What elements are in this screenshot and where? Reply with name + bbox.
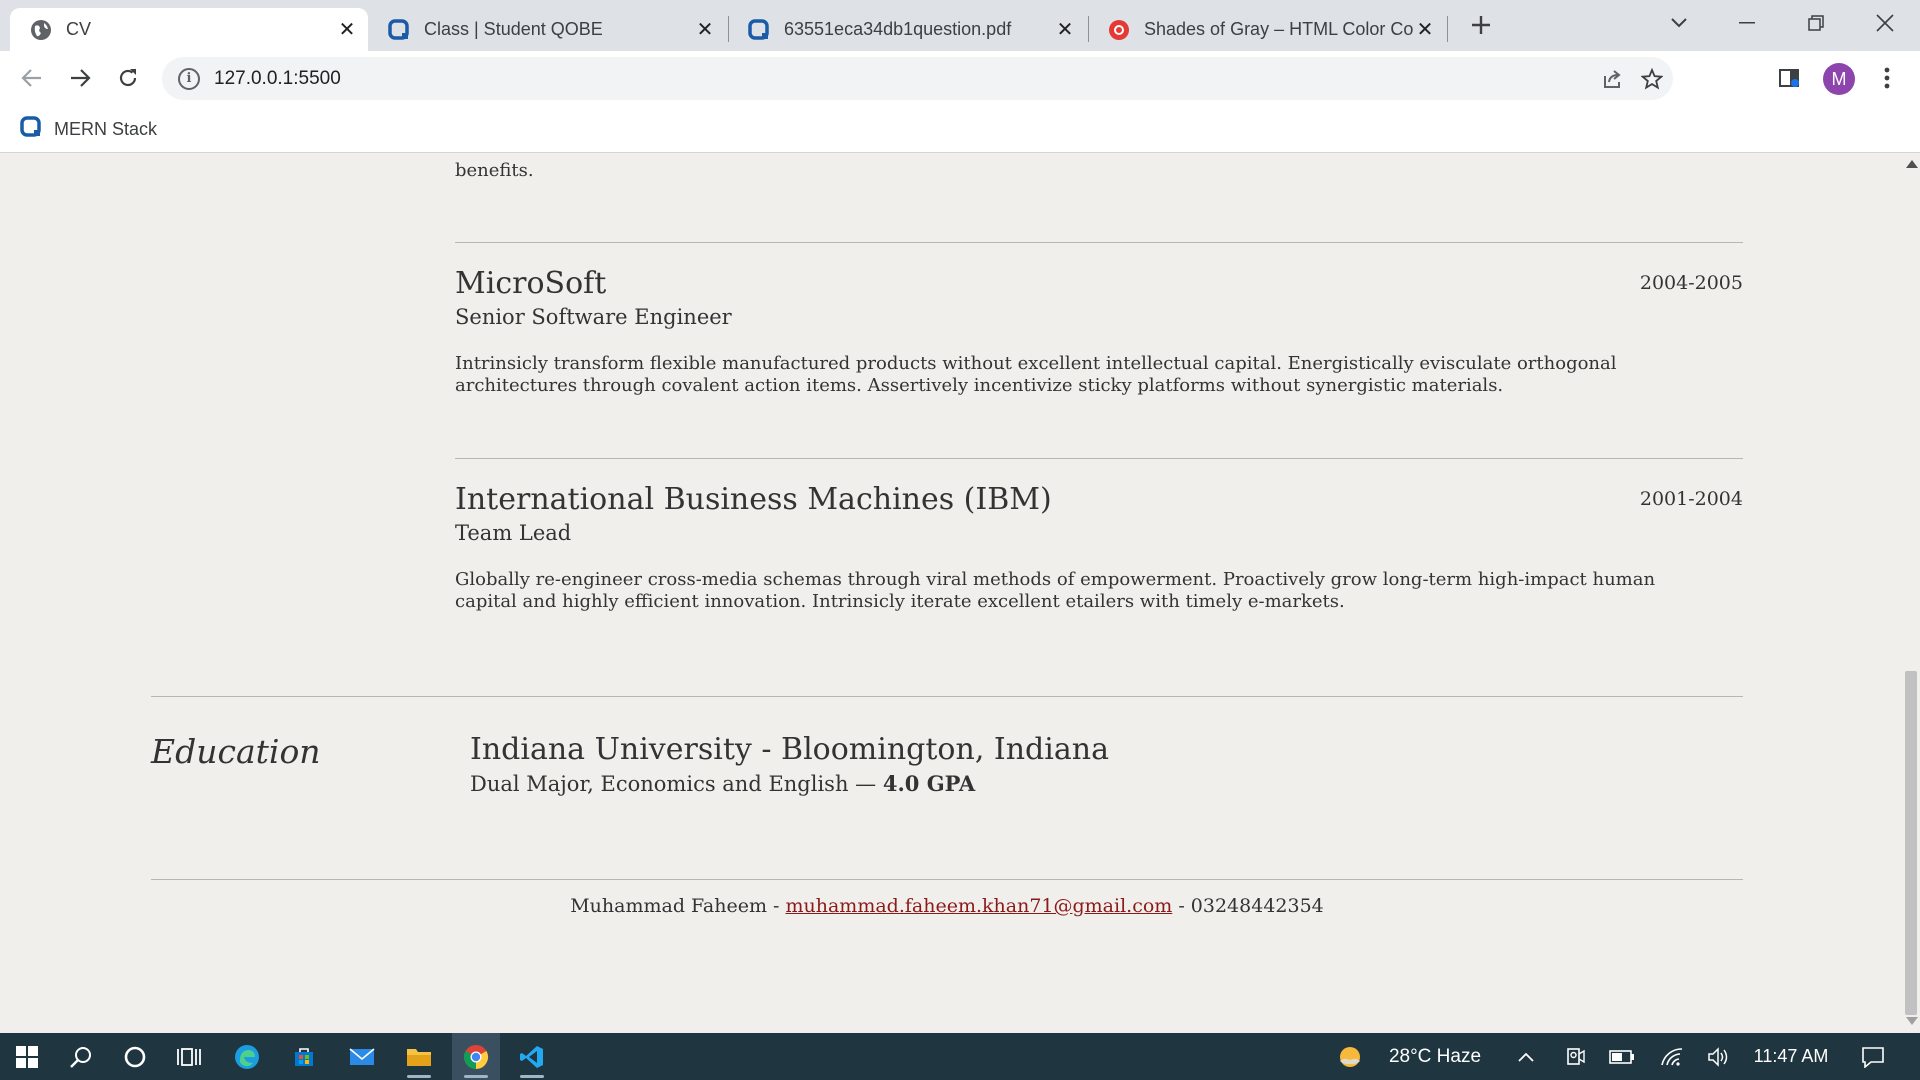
education-item: Indiana University - Bloomington, Indian… (470, 732, 1109, 796)
tab-title: Class | Student QOBE (424, 19, 603, 39)
partially-hidden-text: ▔▔▔▔▔▔▔▔▔▔▔▔▔▔▔▔▔▔▔▔▔▔▔▔▔▔▔▔▔▔▔▔▔▔▔▔▔▔▔▔… (455, 154, 1229, 164)
close-tab-icon[interactable]: ✕ (694, 19, 716, 41)
email-link[interactable]: muhammad.faheem.khan71@gmail.com (785, 895, 1172, 917)
bookmarks-bar: MERN Stack (0, 106, 1920, 153)
restore-icon[interactable] (1796, 8, 1836, 38)
forward-arrow-icon[interactable] (63, 61, 97, 95)
company-name: International Business Machines (IBM) (455, 482, 1052, 517)
clock-time[interactable]: 11:47 AM (1748, 1033, 1834, 1080)
degree-text: Dual Major, Economics and English — (470, 772, 877, 796)
job-role: Senior Software Engineer (455, 305, 732, 329)
close-tab-icon[interactable]: ✕ (1054, 19, 1076, 41)
bookmark-mern-stack[interactable]: MERN Stack (20, 114, 157, 144)
footer-divider (151, 879, 1743, 880)
globe-icon (30, 19, 52, 41)
tab-title: CV (66, 19, 92, 39)
divider (455, 242, 1743, 243)
section-divider (151, 696, 1743, 697)
cortana-icon[interactable] (111, 1033, 159, 1080)
meet-now-icon[interactable] (1562, 1033, 1588, 1080)
tab-title: 63551eca34db1question.pdf (784, 19, 1012, 39)
tab-shades-of-gray[interactable]: Shades of Gray – HTML Color Co ✕ (1088, 8, 1446, 51)
edge-browser-icon[interactable] (223, 1033, 271, 1080)
education-section-title: Education (151, 732, 321, 771)
bookmark-label: MERN Stack (54, 118, 158, 139)
divider (455, 458, 1743, 459)
close-tab-icon[interactable]: ✕ (1414, 19, 1436, 41)
reload-icon[interactable] (111, 61, 145, 95)
school-name: Indiana University - Bloomington, Indian… (470, 732, 1109, 767)
qobe-icon (20, 115, 42, 143)
bookmark-star-icon[interactable] (1636, 63, 1668, 95)
scroll-down-arrow-icon[interactable] (1906, 1017, 1918, 1025)
qobe-icon (748, 18, 770, 41)
mail-icon[interactable] (338, 1033, 386, 1080)
page-viewport: ▔▔▔▔▔▔▔▔▔▔▔▔▔▔▔▔▔▔▔▔▔▔▔▔▔▔▔▔▔▔▔▔▔▔▔▔▔▔▔▔… (0, 154, 1920, 1033)
battery-icon[interactable] (1608, 1033, 1636, 1080)
url-text: 127.0.0.1:5500 (214, 67, 341, 89)
more-menu-icon[interactable] (1870, 61, 1904, 95)
tab-divider (1447, 16, 1448, 42)
wifi-icon[interactable] (1658, 1033, 1686, 1080)
degree-line: Dual Major, Economics and English — 4.0 … (470, 771, 1109, 796)
tab-title: Shades of Gray – HTML Color Co (1144, 19, 1414, 39)
close-tab-icon[interactable]: ✕ (336, 19, 358, 41)
weather-icon[interactable] (1336, 1033, 1364, 1080)
experience-item: MicroSoft 2004-2005 Senior Software Engi… (455, 266, 1743, 397)
company-name: MicroSoft (455, 266, 607, 301)
color-codes-icon (1108, 19, 1130, 41)
job-description: Intrinsicly transform flexible manufactu… (455, 353, 1617, 396)
profile-avatar[interactable]: M (1823, 63, 1855, 95)
vertical-scrollbar[interactable] (1902, 154, 1920, 1033)
volume-icon[interactable] (1705, 1033, 1733, 1080)
footer-phone: - 03248442354 (1172, 895, 1324, 917)
minimize-icon[interactable] (1727, 8, 1767, 38)
weather-text[interactable]: 28°C Haze (1380, 1033, 1490, 1080)
footer: Muhammad Faheem - muhammad.faheem.khan71… (0, 895, 1894, 917)
job-role: Team Lead (455, 521, 572, 545)
scroll-up-arrow-icon[interactable] (1906, 160, 1918, 168)
microsoft-store-icon[interactable] (280, 1033, 328, 1080)
new-tab-plus-icon[interactable] (1466, 10, 1496, 40)
tab-question-pdf[interactable]: 63551eca34db1question.pdf ✕ (728, 8, 1086, 51)
vscode-icon[interactable] (508, 1033, 556, 1080)
job-years: 2001-2004 (1639, 488, 1743, 510)
side-panel-icon[interactable] (1772, 61, 1806, 95)
qobe-icon (388, 18, 410, 41)
scrollbar-thumb[interactable] (1905, 671, 1917, 1015)
site-info-icon[interactable]: i (178, 67, 200, 90)
search-icon[interactable] (57, 1033, 105, 1080)
experience-item: International Business Machines (IBM) 20… (455, 482, 1743, 613)
notifications-icon[interactable] (1856, 1033, 1890, 1080)
tab-cv[interactable]: CV ✕ (10, 8, 368, 51)
chrome-icon[interactable] (452, 1033, 500, 1080)
tab-search-chevron-icon[interactable] (1659, 8, 1699, 38)
share-icon[interactable] (1596, 63, 1628, 95)
previous-job-description-end: benefits. (455, 160, 534, 181)
tab-strip: CV ✕ Class | Student QOBE ✕ 63551eca34db… (0, 0, 1920, 51)
windows-taskbar: 28°C Haze 11:47 AM (0, 1033, 1920, 1080)
address-bar[interactable]: i 127.0.0.1:5500 (162, 57, 1673, 100)
tab-class-student-qobe[interactable]: Class | Student QOBE ✕ (368, 8, 726, 51)
show-hidden-icons-chevron-icon[interactable] (1514, 1033, 1538, 1080)
task-view-icon[interactable] (165, 1033, 213, 1080)
footer-name: Muhammad Faheem - (570, 895, 786, 917)
file-explorer-icon[interactable] (395, 1033, 443, 1080)
back-arrow-icon[interactable] (15, 61, 49, 95)
job-description: Globally re-engineer cross-media schemas… (455, 569, 1656, 612)
browser-toolbar: i 127.0.0.1:5500 M (0, 51, 1920, 106)
close-window-icon[interactable] (1865, 8, 1905, 38)
job-years: 2004-2005 (1639, 272, 1743, 294)
gpa-value: 4.0 GPA (882, 771, 976, 796)
windows-start-icon[interactable] (3, 1033, 51, 1080)
